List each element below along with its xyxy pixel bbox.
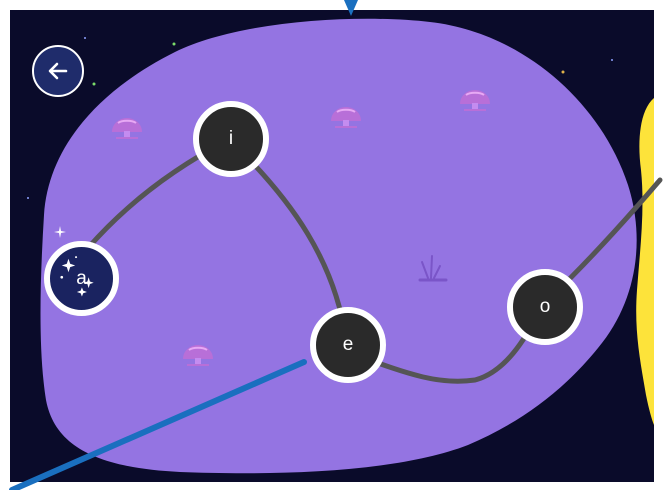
node-label: a <box>76 267 87 289</box>
level-node-e[interactable]: e <box>310 307 386 383</box>
star-icon <box>172 42 176 46</box>
level-node-a[interactable]: a <box>44 241 119 316</box>
node-label: i <box>228 128 234 149</box>
sparkle-icon <box>54 226 66 238</box>
star-icon <box>92 82 96 86</box>
star-icon <box>27 197 29 199</box>
node-label: o <box>539 296 551 317</box>
star-icon <box>561 70 565 74</box>
level-node-o[interactable]: o <box>507 269 583 345</box>
back-button[interactable] <box>32 45 84 97</box>
star-icon <box>84 37 86 39</box>
arrow-left-icon <box>48 62 68 80</box>
star-icon <box>611 59 613 61</box>
level-node-i[interactable]: i <box>193 101 269 177</box>
node-label: e <box>342 334 354 355</box>
